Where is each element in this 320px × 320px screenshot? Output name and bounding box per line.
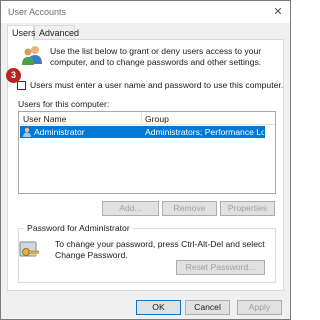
row-group: Administrators; Performance Log...	[145, 127, 264, 137]
cancel-button[interactable]: Cancel	[185, 300, 230, 315]
users-list[interactable]: User Name Group Administrator Administra…	[18, 111, 276, 194]
column-divider[interactable]	[141, 112, 142, 125]
column-header-user-name[interactable]: User Name	[23, 114, 66, 124]
must-enter-label[interactable]: Users must enter a user name and passwor…	[30, 80, 283, 90]
list-header: User Name Group	[19, 112, 275, 125]
user-icon	[23, 127, 31, 137]
remove-button[interactable]: Remove	[162, 201, 217, 216]
user-accounts-dialog: User Accounts ✕ Users Advanced Use the l…	[0, 0, 291, 320]
tab-users[interactable]: Users	[7, 25, 36, 41]
table-row[interactable]: Administrator Administrators; Performanc…	[20, 126, 265, 138]
step-badge: 3	[6, 68, 21, 83]
key-icon	[19, 241, 39, 257]
tab-advanced[interactable]: Advanced	[34, 25, 79, 40]
reset-password-button[interactable]: Reset Password...	[176, 260, 265, 275]
properties-button[interactable]: Properties	[220, 201, 275, 216]
must-enter-checkbox[interactable]	[17, 81, 26, 90]
add-button[interactable]: Add...	[102, 201, 159, 216]
intro-text: Use the list below to grant or deny user…	[50, 46, 262, 67]
row-user-name: Administrator	[34, 127, 85, 137]
password-instructions: To change your password, press Ctrl-Alt-…	[55, 239, 265, 260]
ok-button[interactable]: OK	[136, 300, 181, 315]
users-icon	[22, 46, 42, 65]
title-bar[interactable]: User Accounts ✕	[1, 1, 290, 23]
users-list-label: Users for this computer:	[18, 99, 110, 109]
password-group-title: Password for Administrator	[24, 223, 133, 233]
close-icon[interactable]: ✕	[270, 4, 286, 20]
window-title: User Accounts	[8, 7, 67, 17]
column-header-group[interactable]: Group	[145, 114, 169, 124]
apply-button[interactable]: Apply	[237, 300, 282, 315]
